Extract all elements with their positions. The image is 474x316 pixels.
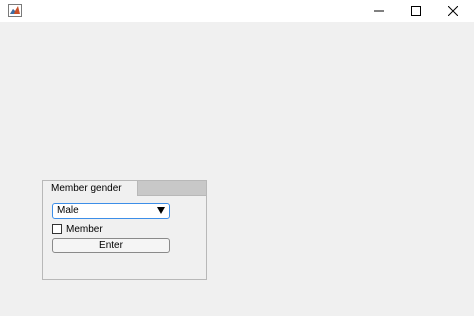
close-button[interactable] (434, 0, 472, 22)
member-checkbox-row[interactable]: Member (52, 222, 103, 236)
enter-button[interactable]: Enter (52, 238, 170, 253)
member-checkbox-label: Member (66, 223, 103, 235)
tab-group: Member gender Male Member Enter (42, 180, 207, 280)
close-icon (448, 6, 458, 16)
minimize-icon (374, 10, 384, 12)
gender-dropdown-value: Male (57, 205, 79, 216)
maximize-button[interactable] (397, 0, 435, 22)
matlab-figure-icon (8, 4, 22, 17)
chevron-down-icon (157, 207, 165, 214)
tab-panel: Male Member Enter (42, 196, 207, 280)
maximize-icon (411, 6, 421, 16)
tab-member-gender[interactable]: Member gender (42, 180, 138, 197)
member-checkbox[interactable] (52, 224, 62, 234)
title-bar[interactable] (0, 0, 474, 22)
minimize-button[interactable] (360, 0, 398, 22)
figure-window: Member gender Male Member Enter (0, 0, 474, 316)
gender-dropdown[interactable]: Male (52, 203, 170, 219)
